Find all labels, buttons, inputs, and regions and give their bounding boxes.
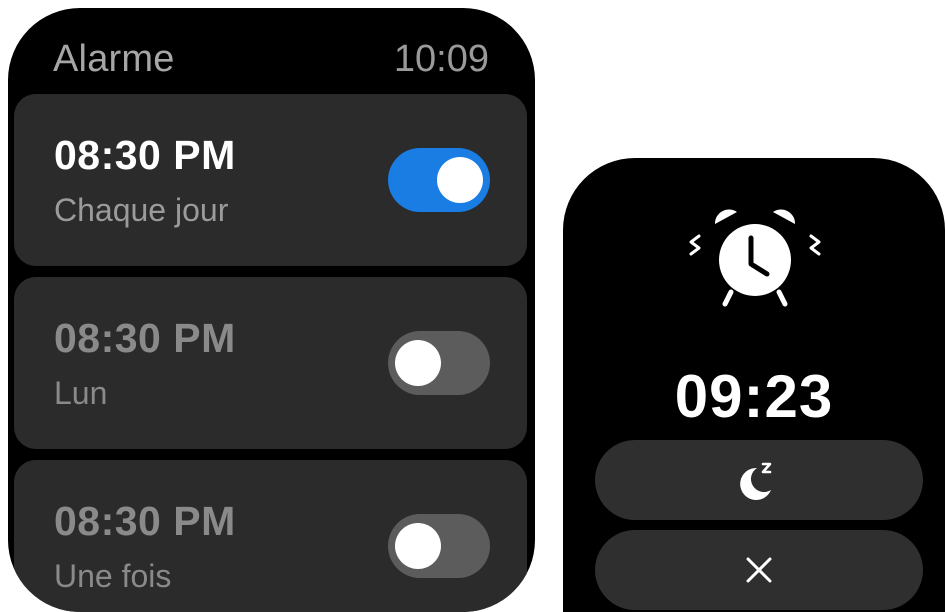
screen-title: Alarme [53, 38, 175, 80]
alarm-clock-icon [689, 209, 821, 307]
ringing-time: 09:23 [674, 363, 834, 430]
toggle-knob [395, 340, 441, 386]
close-icon [746, 557, 772, 583]
toggle-knob [437, 157, 483, 203]
alarm-toggle[interactable] [388, 514, 490, 578]
alarm-time: 08:30 PM [54, 132, 236, 178]
snooze-button[interactable] [595, 440, 923, 520]
alarm-repeat: Chaque jour [54, 192, 229, 228]
alarm-item[interactable]: 08:30 PM Une fois [14, 460, 527, 612]
alarm-ringing-screen: 09:23 [563, 158, 945, 612]
moon-snooze-icon [740, 462, 772, 500]
alarm-item[interactable]: 08:30 PM Chaque jour [14, 94, 527, 266]
alarm-repeat: Une fois [54, 558, 172, 594]
status-clock: 10:09 [393, 38, 489, 80]
alarm-time: 08:30 PM [54, 498, 236, 544]
dismiss-button[interactable] [595, 530, 923, 610]
alarm-list-screen: Alarme 10:09 08:30 PM Chaque jour 08:30 … [8, 8, 535, 612]
alarm-item[interactable]: 08:30 PM Lun [14, 277, 527, 449]
alarm-repeat: Lun [54, 375, 108, 411]
alarm-toggle[interactable] [388, 148, 490, 212]
alarm-toggle[interactable] [388, 331, 490, 395]
toggle-knob [395, 523, 441, 569]
alarm-time: 08:30 PM [54, 315, 236, 361]
